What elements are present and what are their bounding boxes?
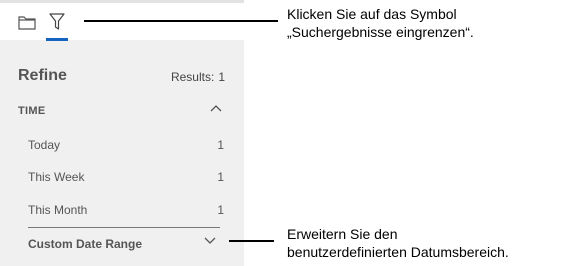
filter-option-count: 1 xyxy=(217,138,224,152)
filter-option-count: 1 xyxy=(217,170,224,184)
results-value: 1 xyxy=(218,70,225,84)
callout-text: benutzerdefinierten Datumsbereich. xyxy=(287,244,509,260)
custom-date-range-toggle[interactable]: Custom Date Range xyxy=(28,237,142,251)
chevron-down-icon[interactable] xyxy=(204,237,216,245)
callout-text: Klicken Sie auf das Symbol xyxy=(287,6,457,22)
filter-option-label: Today xyxy=(28,138,61,152)
callout-text: Erweitern Sie den xyxy=(287,226,398,242)
callout-text: „Suchergebnisse eingrenzen“. xyxy=(287,24,474,40)
chevron-up-icon[interactable] xyxy=(210,104,222,112)
callout-line-custom xyxy=(229,240,274,242)
divider xyxy=(28,227,220,228)
results-count: Results: 1 xyxy=(171,70,225,84)
folder-icon[interactable] xyxy=(18,14,36,30)
callout-custom-range: Erweitern Sie den benutzerdefinierten Da… xyxy=(287,225,567,261)
time-section-header[interactable]: TIME xyxy=(18,105,45,117)
filter-option-label: This Month xyxy=(28,203,88,217)
filter-option-count: 1 xyxy=(217,203,224,217)
filter-icon[interactable] xyxy=(49,13,65,31)
results-label: Results: xyxy=(170,70,215,84)
refine-title: Refine xyxy=(18,67,67,84)
time-filter-this-week[interactable]: This Week 1 xyxy=(28,170,224,188)
refine-panel: Refine Results: 1 TIME Today 1 This Week … xyxy=(0,0,244,266)
time-filter-this-month[interactable]: This Month 1 xyxy=(28,203,224,221)
callout-line-filter xyxy=(84,20,278,22)
time-filter-today[interactable]: Today 1 xyxy=(28,138,224,156)
filter-option-label: This Week xyxy=(28,170,85,184)
callout-filter: Klicken Sie auf das Symbol „Suchergebnis… xyxy=(287,5,567,41)
active-tab-indicator xyxy=(46,38,68,41)
